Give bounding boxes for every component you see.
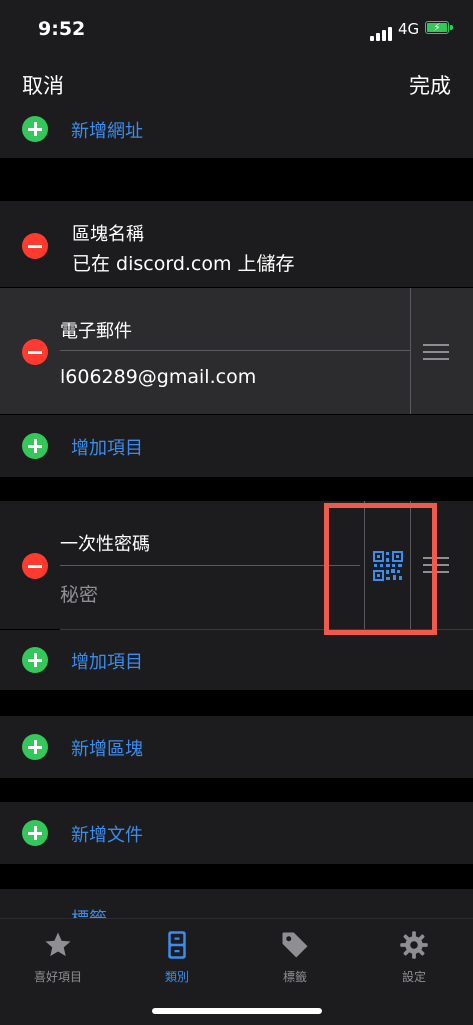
otp-secret-input[interactable]: 秘密	[60, 580, 98, 607]
highlight-box	[324, 503, 437, 635]
add-url-row[interactable]: 新增網址	[0, 112, 473, 158]
tab-label: 喜好項目	[33, 970, 82, 984]
tab-label: 標籤	[282, 970, 307, 984]
network-type: 4G	[398, 20, 420, 38]
email-field-value[interactable]: l606289@gmail.com	[60, 366, 256, 388]
tab-tags[interactable]: 標籤	[255, 930, 335, 985]
status-time: 9:52	[38, 18, 86, 40]
section-name-row: 區塊名稱 已在 discord.com 上儲存	[0, 201, 473, 287]
add-file-label: 新增文件	[71, 825, 143, 846]
star-icon	[45, 932, 71, 957]
tag-icon	[282, 932, 308, 958]
add-icon[interactable]	[22, 116, 48, 142]
add-item-label: 增加項目	[71, 438, 143, 459]
cabinet-icon	[168, 931, 186, 959]
done-button[interactable]: 完成	[409, 70, 451, 100]
add-section-label: 新增區塊	[71, 739, 143, 760]
add-item-label: 增加項目	[71, 652, 143, 673]
nav-bar	[0, 60, 473, 113]
add-icon[interactable]	[22, 647, 48, 673]
tab-settings[interactable]: 設定	[374, 930, 454, 985]
add-item-row[interactable]: 增加項目	[0, 630, 473, 690]
remove-icon[interactable]	[22, 553, 48, 579]
add-url-label: 新增網址	[71, 121, 143, 142]
gear-icon	[400, 931, 428, 959]
tab-favorites[interactable]: 喜好項目	[18, 930, 98, 985]
tab-label: 設定	[401, 970, 426, 984]
battery-icon: ⚡	[425, 21, 453, 34]
otp-field-label[interactable]: 一次性密碼	[60, 530, 150, 556]
remove-icon[interactable]	[22, 233, 48, 259]
add-file-row[interactable]: 新增文件	[0, 802, 473, 864]
add-section-row[interactable]: 新增區塊	[0, 716, 473, 778]
add-icon[interactable]	[22, 734, 48, 760]
home-indicator	[152, 1008, 322, 1014]
section-name-title[interactable]: 區塊名稱	[72, 220, 144, 246]
cancel-button[interactable]: 取消	[22, 70, 64, 100]
section-name-value[interactable]: 已在 discord.com 上儲存	[72, 249, 295, 276]
add-icon[interactable]	[22, 820, 48, 846]
email-field-label[interactable]: 電子郵件	[60, 317, 132, 343]
tab-categories[interactable]: 類別	[137, 930, 217, 985]
drag-handle-icon[interactable]	[423, 344, 449, 365]
remove-icon[interactable]	[22, 339, 48, 365]
add-icon[interactable]	[22, 433, 48, 459]
email-field-row: 電子郵件 l606289@gmail.com	[0, 288, 473, 414]
signal-icon	[370, 22, 394, 41]
add-item-row[interactable]: 增加項目	[0, 415, 473, 477]
tab-label: 類別	[164, 970, 189, 984]
